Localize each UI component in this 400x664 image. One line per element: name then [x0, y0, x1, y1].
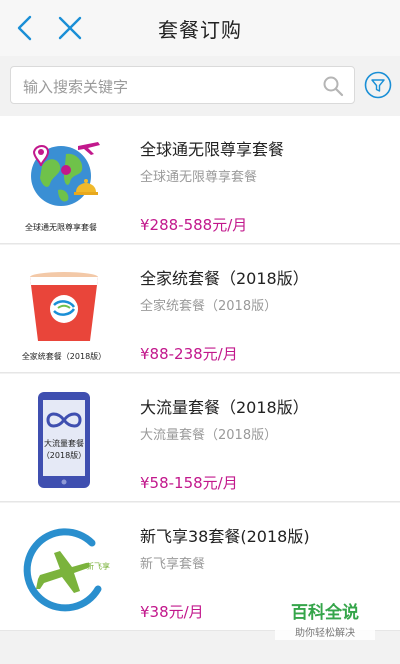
search-input[interactable]: 输入搜索关键字: [10, 66, 355, 104]
top-bar: 套餐订购: [0, 0, 400, 56]
thumb-caption: （2018版）: [42, 450, 86, 460]
plan-name: 全家统套餐（2018版）: [140, 269, 309, 288]
thumb-caption: 全家统套餐（2018版）: [22, 351, 106, 361]
list-item[interactable]: 全球通无限尊享套餐 全球通无限尊享套餐 全球通无限尊享套餐 ¥288-588元/…: [0, 116, 400, 244]
watermark-subtitle: 助你轻松解决: [295, 628, 355, 639]
plan-price: ¥58-158元/月: [140, 474, 238, 492]
page-title: 套餐订购: [158, 18, 242, 42]
thumb-caption: 全球通无限尊享套餐: [25, 222, 97, 232]
search-placeholder: 输入搜索关键字: [23, 78, 129, 96]
plan-subtitle: 全球通无限尊享套餐: [140, 170, 258, 185]
watermark: 百科全说 助你轻松解决: [275, 596, 375, 640]
watermark-title: 百科全说: [291, 603, 359, 623]
plane-plan-image: 新飞享: [23, 528, 110, 612]
plan-price: ¥38元/月: [140, 603, 204, 621]
plan-name: 大流量套餐（2018版）: [140, 398, 309, 417]
list-item[interactable]: 全家统套餐（2018版） 全家统套餐（2018版） 全家统套餐（2018版） ¥…: [0, 245, 400, 373]
plan-price: ¥88-238元/月: [140, 345, 238, 363]
plan-name: 新飞享38套餐(2018版): [140, 527, 310, 546]
globe-plan-image: 全球通无限尊享套餐: [25, 142, 100, 232]
thumb-caption: 新飞享: [86, 561, 110, 571]
plan-subtitle: 全家统套餐（2018版）: [140, 299, 278, 314]
list-item[interactable]: 大流量套餐 （2018版） 大流量套餐（2018版） 大流量套餐（2018版） …: [0, 374, 400, 502]
thumb-caption: 大流量套餐: [44, 438, 84, 448]
search-bar: 输入搜索关键字: [0, 56, 400, 116]
plan-subtitle: 新飞享套餐: [140, 557, 206, 572]
plan-price: ¥288-588元/月: [140, 216, 248, 234]
cup-plan-image: 全家统套餐（2018版）: [22, 272, 106, 361]
search-icon[interactable]: [322, 75, 344, 97]
plan-name: 全球通无限尊享套餐: [140, 140, 285, 159]
plan-subtitle: 大流量套餐（2018版）: [140, 428, 278, 443]
phone-plan-image: 大流量套餐 （2018版）: [38, 392, 90, 488]
filter-icon[interactable]: [364, 71, 392, 99]
